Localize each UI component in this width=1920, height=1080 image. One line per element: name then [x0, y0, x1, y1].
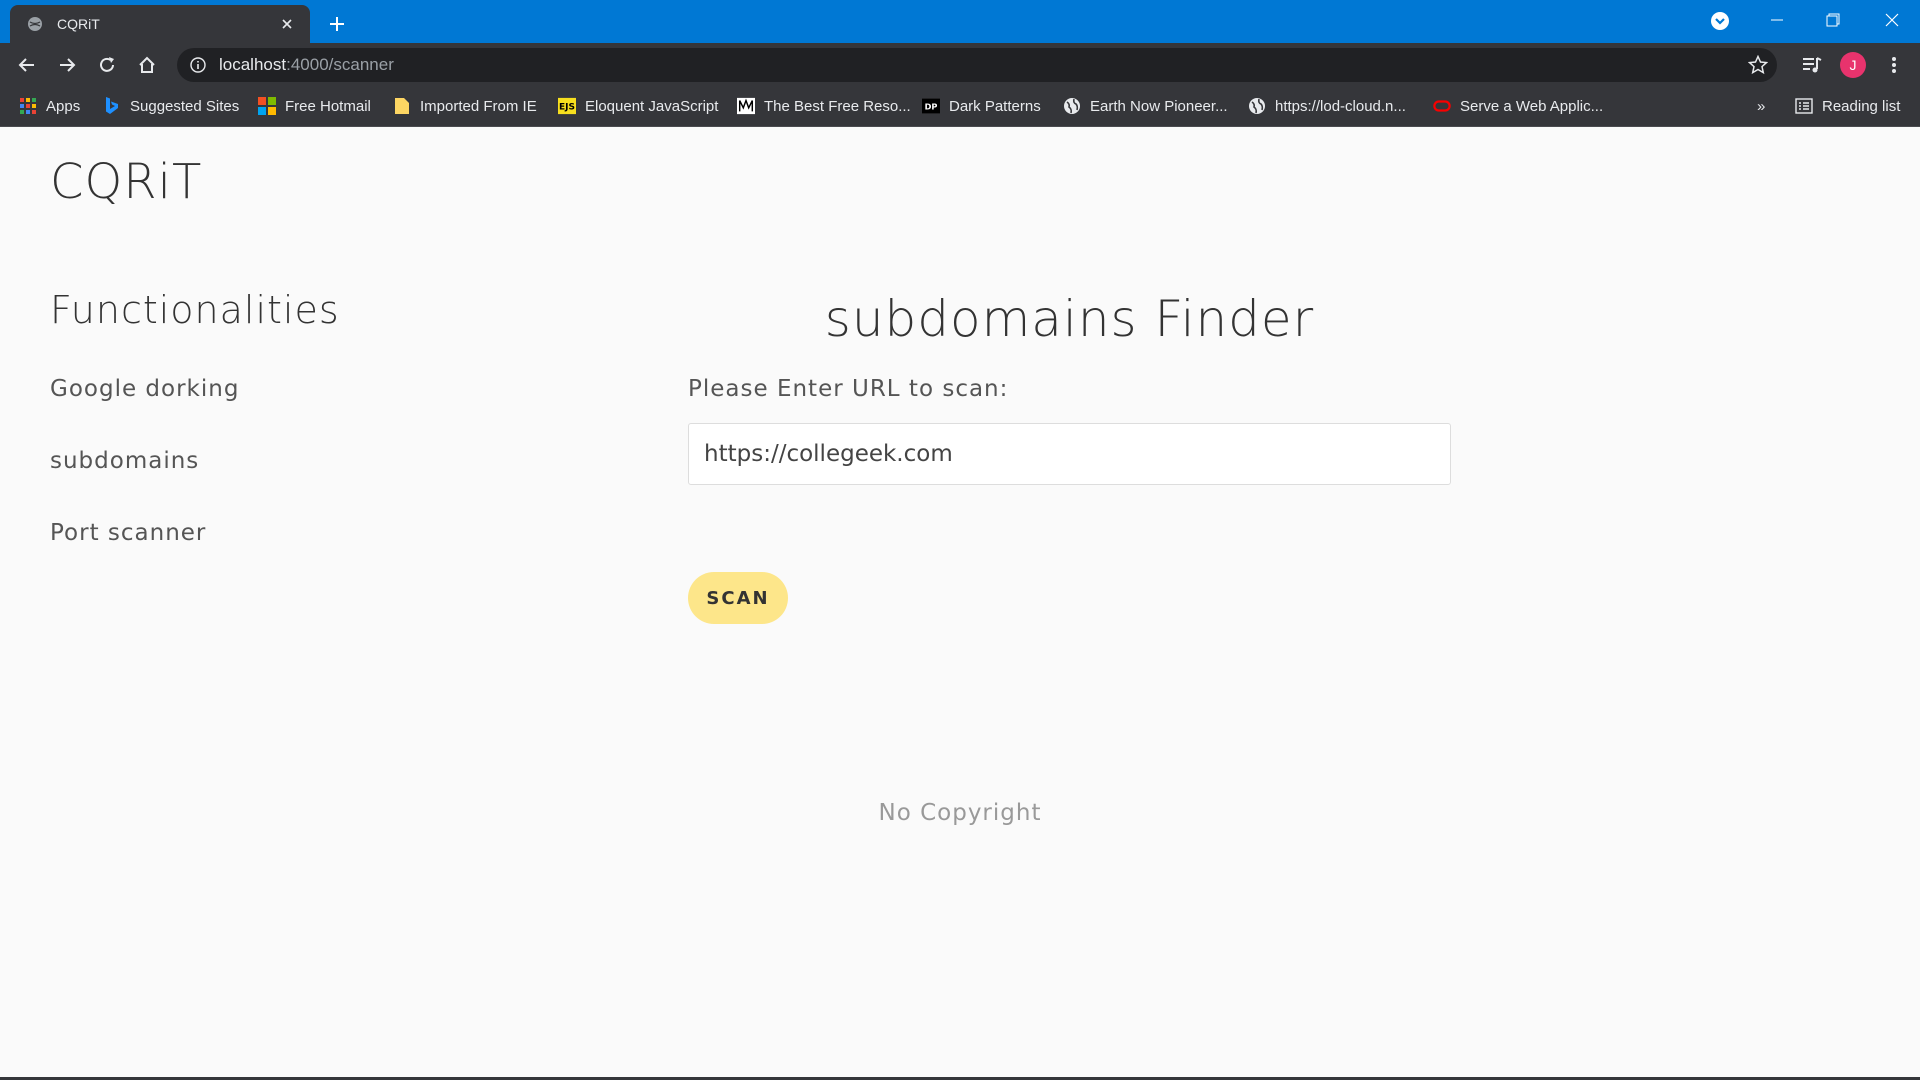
address-url: localhost:4000/scanner [219, 55, 394, 74]
bookmark-best-free-resources[interactable]: The Best Free Reso... [737, 87, 911, 125]
scan-button[interactable]: SCAN [688, 572, 788, 624]
bookmarks-overflow-button[interactable]: » [1757, 87, 1765, 125]
browser-titlebar: CQRiT [0, 0, 1920, 43]
url-field-label: Please Enter URL to scan: [688, 376, 1009, 402]
address-bar[interactable]: localhost:4000/scanner [177, 48, 1777, 82]
profile-avatar[interactable]: J [1837, 49, 1869, 81]
sidebar-item-port-scanner[interactable]: Port scanner [50, 520, 206, 546]
bookmark-dark-patterns[interactable]: DP Dark Patterns [922, 87, 1041, 125]
kebab-menu-icon[interactable] [1878, 49, 1910, 81]
bookmark-free-hotmail[interactable]: Free Hotmail [258, 87, 371, 125]
sidebar-item-subdomains[interactable]: subdomains [50, 448, 199, 474]
bookmark-imported-from-ie[interactable]: Imported From IE [393, 87, 537, 125]
download-indicator-icon[interactable] [1708, 9, 1732, 33]
apps-grid-icon [19, 97, 37, 115]
page-content: CQRiT Functionalities Google dorking sub… [0, 128, 1920, 1080]
ejs-icon: EJS [558, 97, 576, 115]
reading-list-icon [1795, 97, 1813, 115]
dp-icon: DP [922, 97, 940, 115]
restore-button[interactable] [1805, 0, 1861, 40]
bing-icon [103, 97, 121, 115]
close-window-button[interactable] [1864, 0, 1920, 40]
windows-icon [258, 97, 276, 115]
browser-tab[interactable]: CQRiT [10, 5, 310, 43]
media-control-icon[interactable] [1796, 49, 1828, 81]
info-icon[interactable] [189, 56, 207, 74]
globe-icon [26, 16, 43, 33]
reading-list-button[interactable]: Reading list [1795, 87, 1900, 125]
svg-text:DP: DP [925, 101, 938, 111]
browser-toolbar: localhost:4000/scanner J [0, 43, 1920, 87]
oracle-icon [1433, 97, 1451, 115]
footer-copyright: No Copyright [878, 800, 1042, 826]
svg-text:EJS: EJS [559, 103, 575, 113]
bookmark-earth-now[interactable]: Earth Now Pioneer... [1063, 87, 1228, 125]
reload-icon[interactable] [91, 49, 123, 81]
url-input[interactable] [688, 423, 1451, 485]
sidebar-item-google-dorking[interactable]: Google dorking [50, 376, 239, 402]
minimize-button[interactable] [1749, 0, 1805, 40]
globe-icon [1063, 97, 1081, 115]
back-arrow-icon[interactable] [11, 49, 43, 81]
tab-title: CQRiT [57, 16, 100, 32]
bookmark-lod-cloud[interactable]: https://lod-cloud.n... [1248, 87, 1406, 125]
bookmark-apps[interactable]: Apps [19, 87, 80, 125]
home-icon[interactable] [131, 49, 163, 81]
page-title: subdomains Finder [824, 290, 1315, 348]
bookmarks-bar: Apps Suggested Sites Free Hotmail Import… [0, 87, 1920, 127]
avatar: J [1840, 52, 1866, 78]
globe-icon [1248, 97, 1266, 115]
close-icon[interactable] [276, 13, 298, 35]
folder-icon [393, 97, 411, 115]
sidebar-title: Functionalities [50, 288, 340, 332]
new-tab-button[interactable] [322, 9, 352, 39]
website-icon [737, 97, 755, 115]
bookmark-star-icon[interactable] [1747, 54, 1769, 76]
bookmark-eloquent-javascript[interactable]: EJS Eloquent JavaScript [558, 87, 718, 125]
brand-logo: CQRiT [50, 154, 203, 210]
bookmark-suggested-sites[interactable]: Suggested Sites [103, 87, 239, 125]
forward-arrow-icon[interactable] [51, 49, 83, 81]
bookmark-serve-web-app[interactable]: Serve a Web Applic... [1433, 87, 1603, 125]
